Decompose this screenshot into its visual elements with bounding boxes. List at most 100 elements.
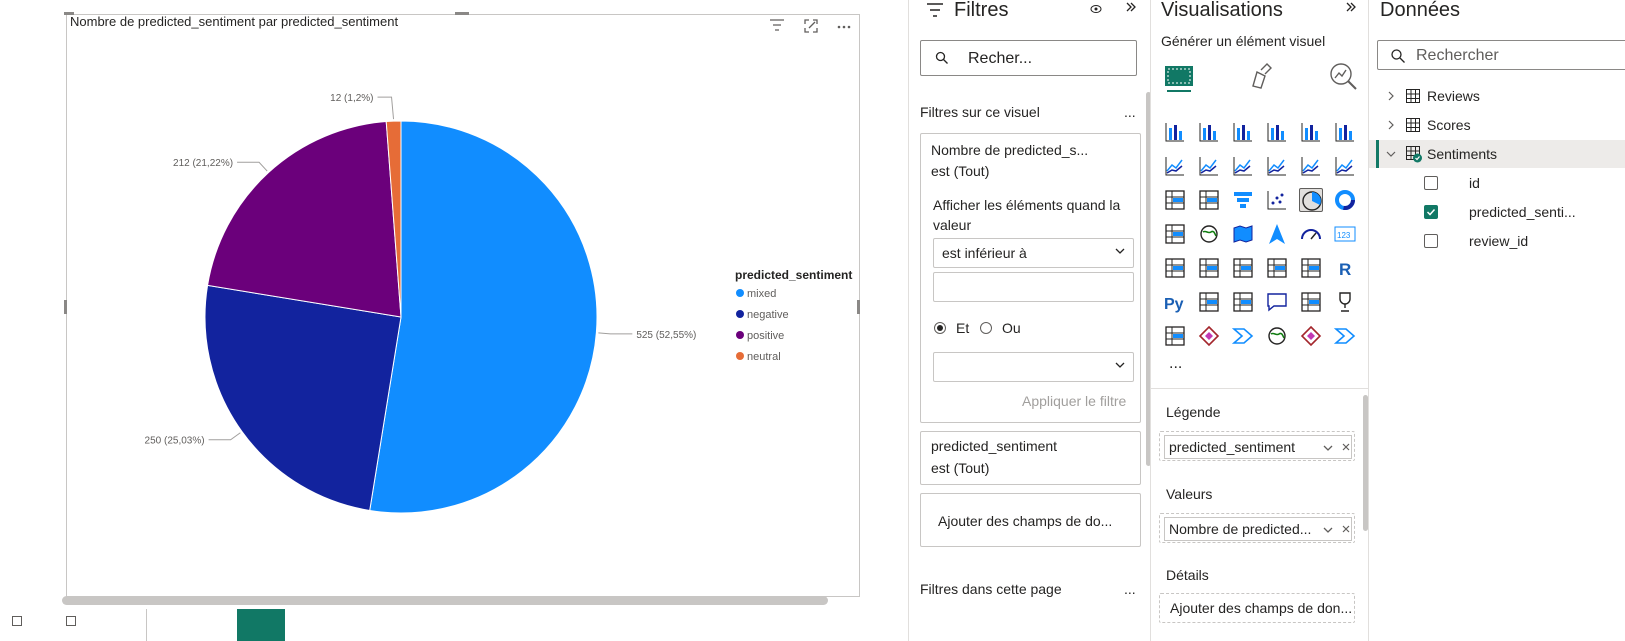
collapse-filters-icon[interactable] xyxy=(1125,0,1137,17)
pie-slice-negative[interactable] xyxy=(204,284,402,512)
line-chart-icon[interactable] xyxy=(1163,154,1187,178)
multi-row-card-icon[interactable] xyxy=(1163,256,1187,280)
add-fields-dropzone[interactable]: Ajouter des champs de do... xyxy=(920,493,1141,547)
100-stacked-bar-chart-icon[interactable] xyxy=(1299,120,1323,144)
build-visual-tab-icon[interactable] xyxy=(1161,58,1197,94)
field-checkbox[interactable] xyxy=(1424,234,1438,248)
stacked-column-chart-icon[interactable] xyxy=(1197,120,1221,144)
page-nav-icon[interactable] xyxy=(12,616,22,626)
chevron-right-icon[interactable] xyxy=(1387,91,1395,101)
chevron-down-icon[interactable] xyxy=(1323,444,1333,452)
power-apps-icon[interactable] xyxy=(1197,324,1221,348)
smart-narrative-icon[interactable] xyxy=(1299,290,1323,314)
data-search-input[interactable]: Rechercher xyxy=(1377,40,1625,70)
values-well-label: Valeurs xyxy=(1166,486,1213,502)
collapse-visualisations-icon[interactable] xyxy=(1345,0,1357,17)
horizontal-scrollbar[interactable] xyxy=(62,596,828,605)
more-visuals-button[interactable]: ... xyxy=(1169,355,1182,373)
eye-icon[interactable] xyxy=(1089,2,1103,18)
legend-marker-positive[interactable] xyxy=(736,331,744,339)
qa-icon[interactable] xyxy=(1265,290,1289,314)
close-icon[interactable] xyxy=(1342,525,1350,533)
field-checkbox[interactable] xyxy=(1424,176,1438,190)
format-visual-tab-icon[interactable] xyxy=(1243,58,1279,94)
field-checkbox-checked[interactable] xyxy=(1424,205,1438,219)
clustered-bar-chart-icon[interactable] xyxy=(1231,120,1255,144)
metrics-icon[interactable] xyxy=(1333,290,1357,314)
100-stacked-area-chart-icon[interactable] xyxy=(1265,154,1289,178)
line-stacked-column-chart-icon[interactable] xyxy=(1299,154,1323,178)
filter-card-sentiment[interactable]: predicted_sentiment est (Tout) xyxy=(920,431,1141,485)
field-row-predicted-sentiment[interactable]: predicted_senti... xyxy=(1369,198,1625,226)
condition-dropdown[interactable]: est inférieur à xyxy=(933,238,1134,268)
pie-slice-positive[interactable] xyxy=(206,121,402,318)
stacked-bar-chart-icon[interactable] xyxy=(1163,120,1187,144)
paginated-report-icon[interactable] xyxy=(1163,324,1187,348)
ribbon-chart-icon[interactable] xyxy=(1163,188,1187,212)
section-page-more[interactable]: ... xyxy=(1124,581,1136,597)
table-scores[interactable]: Scores xyxy=(1369,111,1625,139)
legend-marker-negative[interactable] xyxy=(736,310,744,318)
filter-search-input[interactable]: Recher... xyxy=(920,40,1137,76)
stacked-area-chart-icon[interactable] xyxy=(1231,154,1255,178)
scatter-chart-icon[interactable] xyxy=(1265,188,1289,212)
r-visual-icon[interactable]: R xyxy=(1333,256,1357,280)
chevron-down-icon[interactable] xyxy=(1323,526,1333,534)
apply-filter-button[interactable]: Appliquer le filtre xyxy=(1022,393,1126,409)
section-visual-more[interactable]: ... xyxy=(1124,104,1136,120)
pie-slice-mixed[interactable] xyxy=(369,120,598,514)
gauge-icon[interactable] xyxy=(1299,222,1323,246)
page-tab-active[interactable] xyxy=(237,609,285,641)
line-clustered-column-chart-icon[interactable] xyxy=(1333,154,1357,178)
legend-field-chip[interactable]: predicted_sentiment xyxy=(1164,435,1352,459)
condition-value-input[interactable] xyxy=(933,272,1134,302)
legend-marker-neutral[interactable] xyxy=(736,352,744,360)
field-row-review-id[interactable]: review_id xyxy=(1369,227,1625,255)
filled-map-icon[interactable] xyxy=(1231,222,1255,246)
details-well[interactable]: Ajouter des champs de don... xyxy=(1159,593,1355,623)
values-well[interactable]: Nombre de predicted... xyxy=(1159,513,1355,543)
and-radio[interactable] xyxy=(934,322,946,334)
treemap-icon[interactable] xyxy=(1163,222,1187,246)
analytics-tab-icon[interactable] xyxy=(1325,58,1361,94)
legend-marker-mixed[interactable] xyxy=(736,289,744,297)
clustered-column-chart-icon[interactable] xyxy=(1265,120,1289,144)
table-reviews[interactable]: Reviews xyxy=(1369,82,1625,110)
legend-item-negative[interactable]: negative xyxy=(747,309,789,321)
power-apps-2-icon[interactable] xyxy=(1299,324,1323,348)
table-sentiments[interactable]: Sentiments xyxy=(1369,140,1625,168)
legend-item-positive[interactable]: positive xyxy=(747,330,784,342)
table-icon[interactable] xyxy=(1265,256,1289,280)
python-visual-icon[interactable]: Py xyxy=(1163,290,1187,314)
values-field-chip[interactable]: Nombre de predicted... xyxy=(1164,517,1352,541)
field-row-id[interactable]: id xyxy=(1369,169,1625,197)
power-automate-2-icon[interactable] xyxy=(1333,324,1357,348)
area-chart-icon[interactable] xyxy=(1197,154,1221,178)
funnel-chart-icon[interactable] xyxy=(1231,188,1255,212)
azure-map-icon[interactable] xyxy=(1265,222,1289,246)
filter-card2-state: est (Tout) xyxy=(931,460,990,476)
or-radio[interactable] xyxy=(980,322,992,334)
legend-well[interactable]: predicted_sentiment xyxy=(1159,431,1355,461)
arcgis-map-icon[interactable] xyxy=(1265,324,1289,348)
card-icon[interactable]: 123 xyxy=(1333,222,1357,246)
donut-chart-icon[interactable] xyxy=(1333,188,1357,212)
decomposition-tree-icon[interactable] xyxy=(1231,290,1255,314)
key-influencers-icon[interactable] xyxy=(1197,290,1221,314)
waterfall-chart-icon[interactable] xyxy=(1197,188,1221,212)
chevron-down-icon[interactable] xyxy=(1386,150,1396,158)
slicer-icon[interactable] xyxy=(1231,256,1255,280)
second-condition-dropdown[interactable] xyxy=(933,352,1134,382)
filter-card-count[interactable]: Nombre de predicted_s... est (Tout) Affi… xyxy=(920,133,1141,423)
close-icon[interactable] xyxy=(1342,443,1350,451)
power-automate-icon[interactable] xyxy=(1231,324,1255,348)
kpi-icon[interactable] xyxy=(1197,256,1221,280)
pie-chart-icon[interactable] xyxy=(1299,188,1323,212)
matrix-icon[interactable] xyxy=(1299,256,1323,280)
legend-item-mixed[interactable]: mixed xyxy=(747,288,776,300)
legend-item-neutral[interactable]: neutral xyxy=(747,351,781,363)
100-stacked-column-chart-icon[interactable] xyxy=(1333,120,1357,144)
page-nav-icon-2[interactable] xyxy=(66,616,76,626)
map-icon[interactable] xyxy=(1197,222,1221,246)
chevron-right-icon[interactable] xyxy=(1387,120,1395,130)
